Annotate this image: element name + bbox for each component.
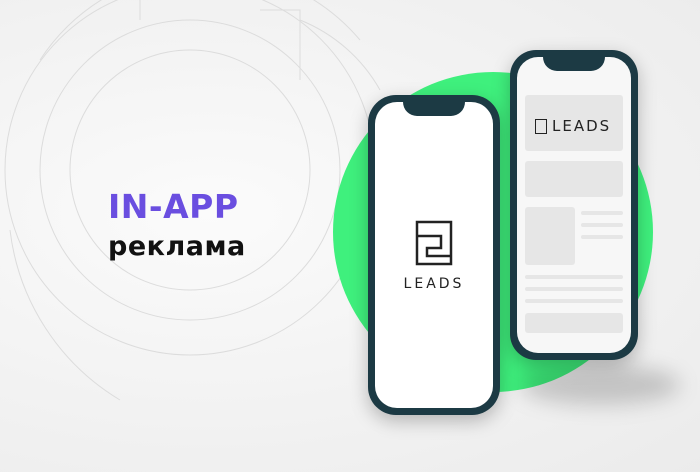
leads-logo-icon xyxy=(415,220,453,266)
front-phone-logo: LEADS xyxy=(375,220,493,292)
back-phone-screen: LEADS xyxy=(517,57,631,353)
headline: IN-APP реклама xyxy=(108,188,246,264)
headline-subtitle: реклама xyxy=(108,231,246,262)
wireframe-footer-block xyxy=(525,313,623,333)
banner: IN-APP реклама LEADS LEADS xyxy=(0,0,700,472)
wireframe-text-line xyxy=(581,223,623,227)
back-phone-notch xyxy=(543,57,605,71)
wireframe-image-block xyxy=(525,207,575,265)
wireframe-text-line xyxy=(525,287,623,291)
front-phone: LEADS xyxy=(368,95,500,415)
headline-title: IN-APP xyxy=(108,187,239,226)
front-phone-notch xyxy=(403,102,465,116)
front-phone-screen: LEADS xyxy=(375,102,493,408)
wireframe-banner-block xyxy=(525,161,623,197)
phone-shadow xyxy=(520,365,680,405)
wireframe-text-line xyxy=(525,275,623,279)
wireframe-text-line xyxy=(525,299,623,303)
leads-logo-mark-icon xyxy=(535,118,547,134)
front-phone-logo-text: LEADS xyxy=(403,276,465,292)
back-phone-logo-text: LEADS xyxy=(552,117,612,135)
wireframe-text-line xyxy=(581,235,623,239)
back-phone-logo: LEADS xyxy=(535,117,611,135)
back-phone: LEADS xyxy=(510,50,638,360)
wireframe-text-line xyxy=(581,211,623,215)
